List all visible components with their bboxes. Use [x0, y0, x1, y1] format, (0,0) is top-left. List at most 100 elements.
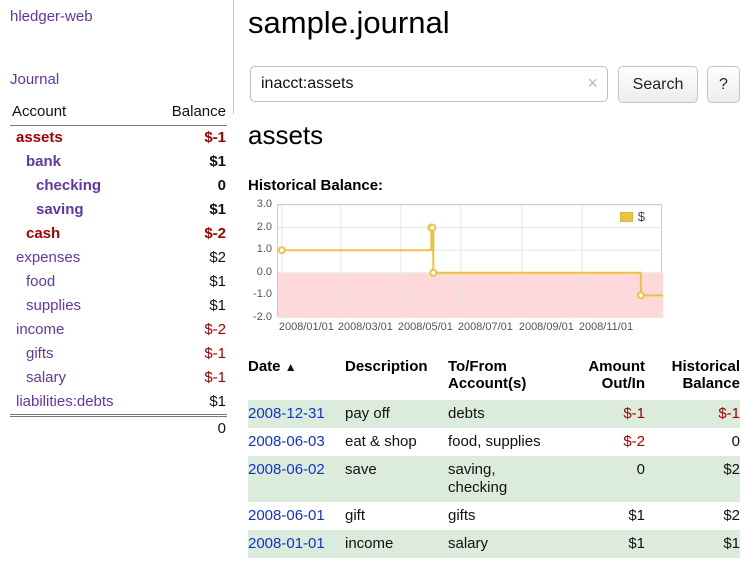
register-balance-cell: $-1 [645, 400, 740, 428]
x-axis-tick-label: 2008/03/01 [338, 321, 393, 333]
search-box: × [250, 66, 608, 102]
register-description-cell: pay off [345, 400, 448, 428]
account-balance: $-1 [150, 366, 227, 390]
chart-title: Historical Balance: [248, 177, 383, 194]
account-link-checking[interactable]: checking [36, 177, 101, 194]
accounts-table-body: assets$-1bank$1checking0saving$1cash$-2e… [10, 126, 227, 416]
register-date-cell: 2008-12-31 [248, 400, 345, 428]
y-axis-tick-label: -1.0 [246, 288, 272, 300]
legend-swatch-icon [620, 212, 633, 222]
account-name-cell: assets [10, 126, 150, 151]
register-amount-cell: $1 [566, 530, 645, 558]
x-axis-tick-label: 2008/11/01 [579, 321, 633, 333]
account-row: liabilities:debts $1 [10, 390, 227, 416]
clear-search-icon[interactable]: × [587, 73, 598, 93]
account-link-salary[interactable]: salary [26, 369, 66, 386]
account-link-food[interactable]: food [26, 273, 55, 290]
account-balance: 0 [150, 174, 227, 198]
accounts-header-balance: Balance [150, 100, 227, 126]
register-table: Date ▲ Description To/From Account(s) Am… [248, 356, 740, 558]
account-row: income$-2 [10, 318, 227, 342]
x-axis-tick-label: 2008/01/01 [279, 321, 334, 333]
register-date-cell: 2008-06-01 [248, 502, 345, 530]
account-link-assets[interactable]: assets [16, 129, 63, 146]
account-row: bank$1 [10, 150, 227, 174]
register-header-amount: Amount Out/In [566, 356, 645, 400]
register-row: 2008-06-01 giftgifts$1$2 [248, 502, 740, 530]
account-link-bank[interactable]: bank [26, 153, 61, 170]
account-link-supplies[interactable]: supplies [26, 297, 81, 314]
x-axis-tick-label: 2008/09/01 [519, 321, 574, 333]
account-balance: $-2 [150, 222, 227, 246]
page-title: sample.journal [248, 5, 450, 41]
account-heading: assets [248, 120, 323, 151]
register-header-balance: Historical Balance [645, 356, 740, 400]
search-input[interactable] [250, 66, 608, 102]
account-name-cell: expenses [10, 246, 150, 270]
register-description-cell: save [345, 456, 448, 502]
app-title-link[interactable]: hledger-web [10, 8, 93, 25]
register-balance-cell: $1 [645, 530, 740, 558]
register-balance-cell: $2 [645, 502, 740, 530]
sidebar: hledger-web Journal Account Balance asse… [0, 0, 233, 582]
register-description-cell: income [345, 530, 448, 558]
register-accounts-cell: gifts [448, 502, 566, 530]
account-row: saving$1 [10, 198, 227, 222]
balance-chart-plot[interactable]: $ [277, 204, 662, 317]
account-link-income[interactable]: income [16, 321, 64, 338]
x-axis-tick-label: 2008/07/01 [458, 321, 513, 333]
account-balance: $1 [150, 294, 227, 318]
balance-chart: 3.02.01.00.0-1.0-2.0 $ 2008/01/012008/03… [248, 203, 668, 337]
account-name-cell: food [10, 270, 150, 294]
register-header-description: Description [345, 356, 448, 400]
register-amount-cell: $1 [566, 502, 645, 530]
date-header-label: Date [248, 358, 281, 375]
search-bar: × Search ? [248, 66, 740, 104]
account-row: salary $-1 [10, 366, 227, 390]
account-row: checking 0 [10, 174, 227, 198]
y-axis-tick-label: 2.0 [246, 221, 272, 233]
help-button[interactable]: ? [707, 66, 740, 103]
chart-legend: $ [617, 208, 648, 225]
account-name-cell: checking [10, 174, 150, 198]
sort-ascending-icon: ▲ [285, 360, 297, 374]
y-axis-tick-label: -2.0 [246, 311, 272, 323]
account-row: gifts$-1 [10, 342, 227, 366]
register-row: 2008-01-01incomesalary$1$1 [248, 530, 740, 558]
account-row: food$1 [10, 270, 227, 294]
accounts-total-row: 0 [10, 416, 227, 442]
y-axis-tick-label: 3.0 [246, 198, 272, 210]
account-link-expenses[interactable]: expenses [16, 249, 80, 266]
transaction-date-link[interactable]: 2008-06-03 [248, 433, 325, 450]
accounts-total-spacer [10, 416, 150, 442]
register-description-cell: gift [345, 502, 448, 530]
y-axis-tick-label: 1.0 [246, 243, 272, 255]
sidebar-item-journal[interactable]: Journal [10, 71, 59, 88]
account-row: supplies $1 [10, 294, 227, 318]
account-link-cash[interactable]: cash [26, 225, 60, 242]
transaction-date-link[interactable]: 2008-06-02 [248, 461, 325, 478]
transaction-date-link[interactable]: 2008-06-01 [248, 507, 325, 524]
register-amount-cell: $-2 [566, 428, 645, 456]
account-link-liabilities-debts[interactable]: liabilities:debts [16, 393, 114, 410]
transaction-date-link[interactable]: 2008-01-01 [248, 535, 325, 552]
account-link-gifts[interactable]: gifts [26, 345, 54, 362]
legend-label: $ [638, 209, 645, 224]
account-row: cash $-2 [10, 222, 227, 246]
register-header-row: Date ▲ Description To/From Account(s) Am… [248, 356, 740, 400]
sidebar-divider [233, 0, 234, 114]
account-name-cell: gifts [10, 342, 150, 366]
register-description-cell: eat & shop [345, 428, 448, 456]
account-name-cell: liabilities:debts [10, 390, 150, 416]
register-date-cell: 2008-06-02 [248, 456, 345, 502]
register-row: 2008-06-03eat & shopfood, supplies$-20 [248, 428, 740, 456]
account-balance: $1 [150, 390, 227, 416]
account-name-cell: supplies [10, 294, 150, 318]
register-header-date[interactable]: Date ▲ [248, 356, 345, 400]
search-button[interactable]: Search [618, 66, 698, 103]
account-link-saving[interactable]: saving [36, 201, 84, 218]
accounts-total-balance: 0 [150, 416, 227, 442]
transaction-date-link[interactable]: 2008-12-31 [248, 405, 325, 422]
register-accounts-cell: food, supplies [448, 428, 566, 456]
register-accounts-cell: saving, checking [448, 456, 566, 502]
